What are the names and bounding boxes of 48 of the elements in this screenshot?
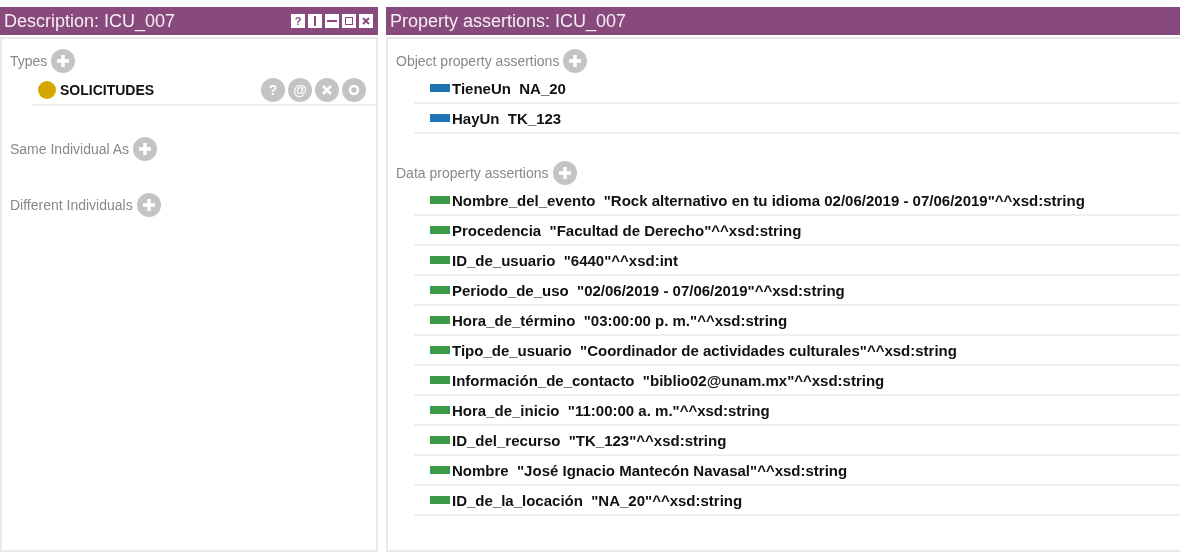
assertion-text: TieneUn NA_20: [452, 79, 566, 97]
type-name: SOLICITUDES: [60, 82, 156, 98]
property-color-icon: [430, 84, 450, 92]
assertion-text: ID_del_recurso "TK_123"^^xsd:string: [452, 431, 727, 449]
add-icon[interactable]: [552, 161, 577, 185]
assertion-text: Procedencia "Facultad de Derecho"^^xsd:string: [452, 221, 802, 239]
property-color-icon: [430, 436, 450, 444]
property-color-icon: [430, 496, 450, 504]
assertion-text: Hora_de_inicio "11:00:00 a. m."^^xsd:string: [452, 401, 770, 419]
panel-title: Description: ICU_007: [4, 10, 176, 32]
round-button[interactable]: ?: [261, 78, 285, 102]
add-icon[interactable]: [563, 49, 588, 73]
assertion-text: Periodo_de_uso "02/06/2019 - 07/06/2019"^^xsd:string: [452, 281, 845, 299]
assertion-text: Tipo_de_usuario "Coordinador de actividades culturales"^^xsd:string: [452, 341, 957, 359]
section-label: Object property assertions: [396, 53, 560, 69]
rows-icon[interactable]: [325, 14, 339, 28]
section-label: Different Individuals: [10, 197, 133, 213]
property-color-icon: [430, 226, 450, 234]
section-label: Same Individual As: [10, 141, 130, 157]
property-color-icon: [430, 114, 450, 122]
property-color-icon: [430, 196, 450, 204]
add-icon[interactable]: [133, 137, 158, 161]
assertion-text: Nombre "José Ignacio Mantecón Navasal"^^xsd:string: [452, 461, 848, 479]
assertion-text: ID_de_usuario "6440"^^xsd:int: [452, 251, 678, 269]
section-label: Data property assertions: [396, 165, 549, 181]
help-button[interactable]: ?: [291, 14, 305, 28]
assertion-text: Información_de_contacto "biblio02@unam.mx"^^xsd:string: [452, 371, 885, 389]
columns-icon[interactable]: [308, 14, 322, 28]
add-icon[interactable]: [51, 49, 76, 73]
delete-icon[interactable]: [315, 78, 339, 102]
assertion-text: ID_de_la_locación "NA_20"^^xsd:string: [452, 491, 743, 509]
assertion-text: Nombre_del_evento "Rock alternativo en tu idioma 02/06/2019 - 07/06/2019"^^xsd:string: [452, 191, 1085, 209]
assertion-text: HayUn TK_123: [452, 109, 562, 127]
property-color-icon: [430, 346, 450, 354]
property-color-icon: [430, 286, 450, 294]
add-icon[interactable]: [136, 193, 161, 217]
property-color-icon: [430, 376, 450, 384]
panel-title: Property assertions: ICU_007: [390, 10, 627, 32]
ring-icon[interactable]: [342, 78, 366, 102]
section-label: Types: [10, 53, 48, 69]
property-color-icon: [430, 466, 450, 474]
close-icon[interactable]: [359, 14, 373, 28]
property-color-icon: [430, 316, 450, 324]
round-button[interactable]: @: [288, 78, 312, 102]
property-color-icon: [430, 256, 450, 264]
assertion-text: Hora_de_término "03:00:00 p. m."^^xsd:string: [452, 311, 788, 329]
maximize-icon[interactable]: [342, 14, 356, 28]
property-color-icon: [430, 406, 450, 414]
